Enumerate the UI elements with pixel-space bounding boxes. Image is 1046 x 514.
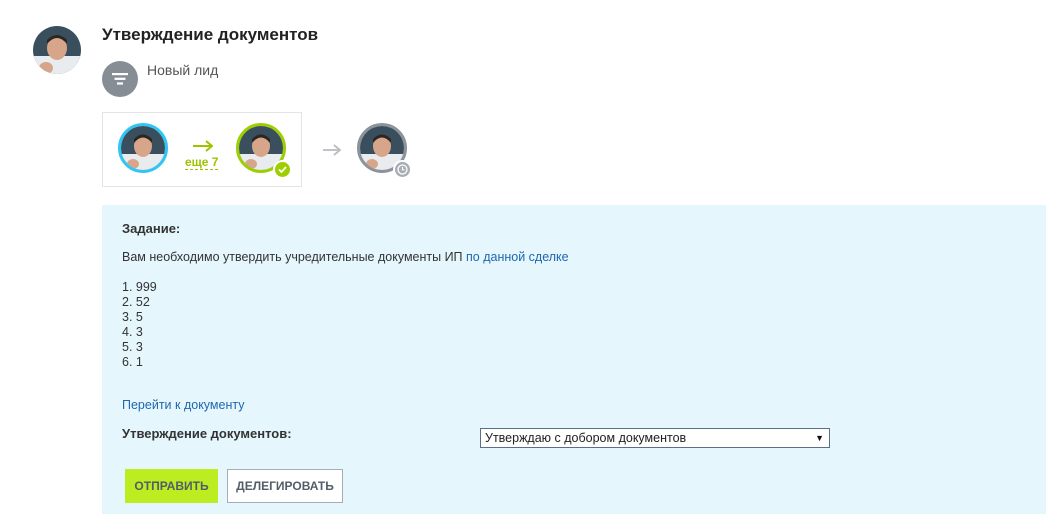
- dropdown-arrow-icon: ▼: [815, 433, 824, 443]
- stage-label: Новый лид: [147, 62, 219, 78]
- task-description-text: Вам необходимо утвердить учредительные д…: [122, 250, 467, 264]
- approval-select[interactable]: Утверждаю с добором документов ▼: [480, 428, 830, 448]
- send-button[interactable]: Отправить: [125, 469, 218, 503]
- list-item: 5. 3: [122, 340, 143, 354]
- approval-field-label: Утверждение документов:: [122, 426, 292, 441]
- document-list: 1. 999 2. 52 3. 5 4. 3 5. 3 6. 1: [122, 280, 157, 370]
- list-item: 3. 5: [122, 310, 143, 324]
- author-avatar[interactable]: [33, 26, 81, 74]
- filter-icon: [102, 61, 138, 97]
- more-participants-link[interactable]: еще 7: [185, 155, 219, 170]
- task-panel: Задание: Вам необходимо утвердить учреди…: [102, 205, 1046, 514]
- approval-select-value: Утверждаю с добором документов: [485, 431, 687, 445]
- task-description: Вам необходимо утвердить учредительные д…: [122, 250, 569, 264]
- task-title[interactable]: Утверждение документов: [102, 25, 318, 45]
- list-item: 6. 1: [122, 355, 143, 369]
- delegate-button[interactable]: Делегировать: [227, 469, 343, 503]
- creator-avatar[interactable]: [118, 123, 168, 173]
- go-to-document-link[interactable]: Перейти к документу: [122, 398, 244, 412]
- next-step-arrow-icon: [322, 143, 342, 162]
- list-item: 1. 999: [122, 280, 157, 294]
- task-label: Задание:: [122, 221, 181, 236]
- clock-icon: [393, 160, 412, 179]
- deal-link[interactable]: по данной сделке: [466, 250, 569, 264]
- list-item: 4. 3: [122, 325, 143, 339]
- check-icon: [273, 160, 292, 179]
- list-item: 2. 52: [122, 295, 150, 309]
